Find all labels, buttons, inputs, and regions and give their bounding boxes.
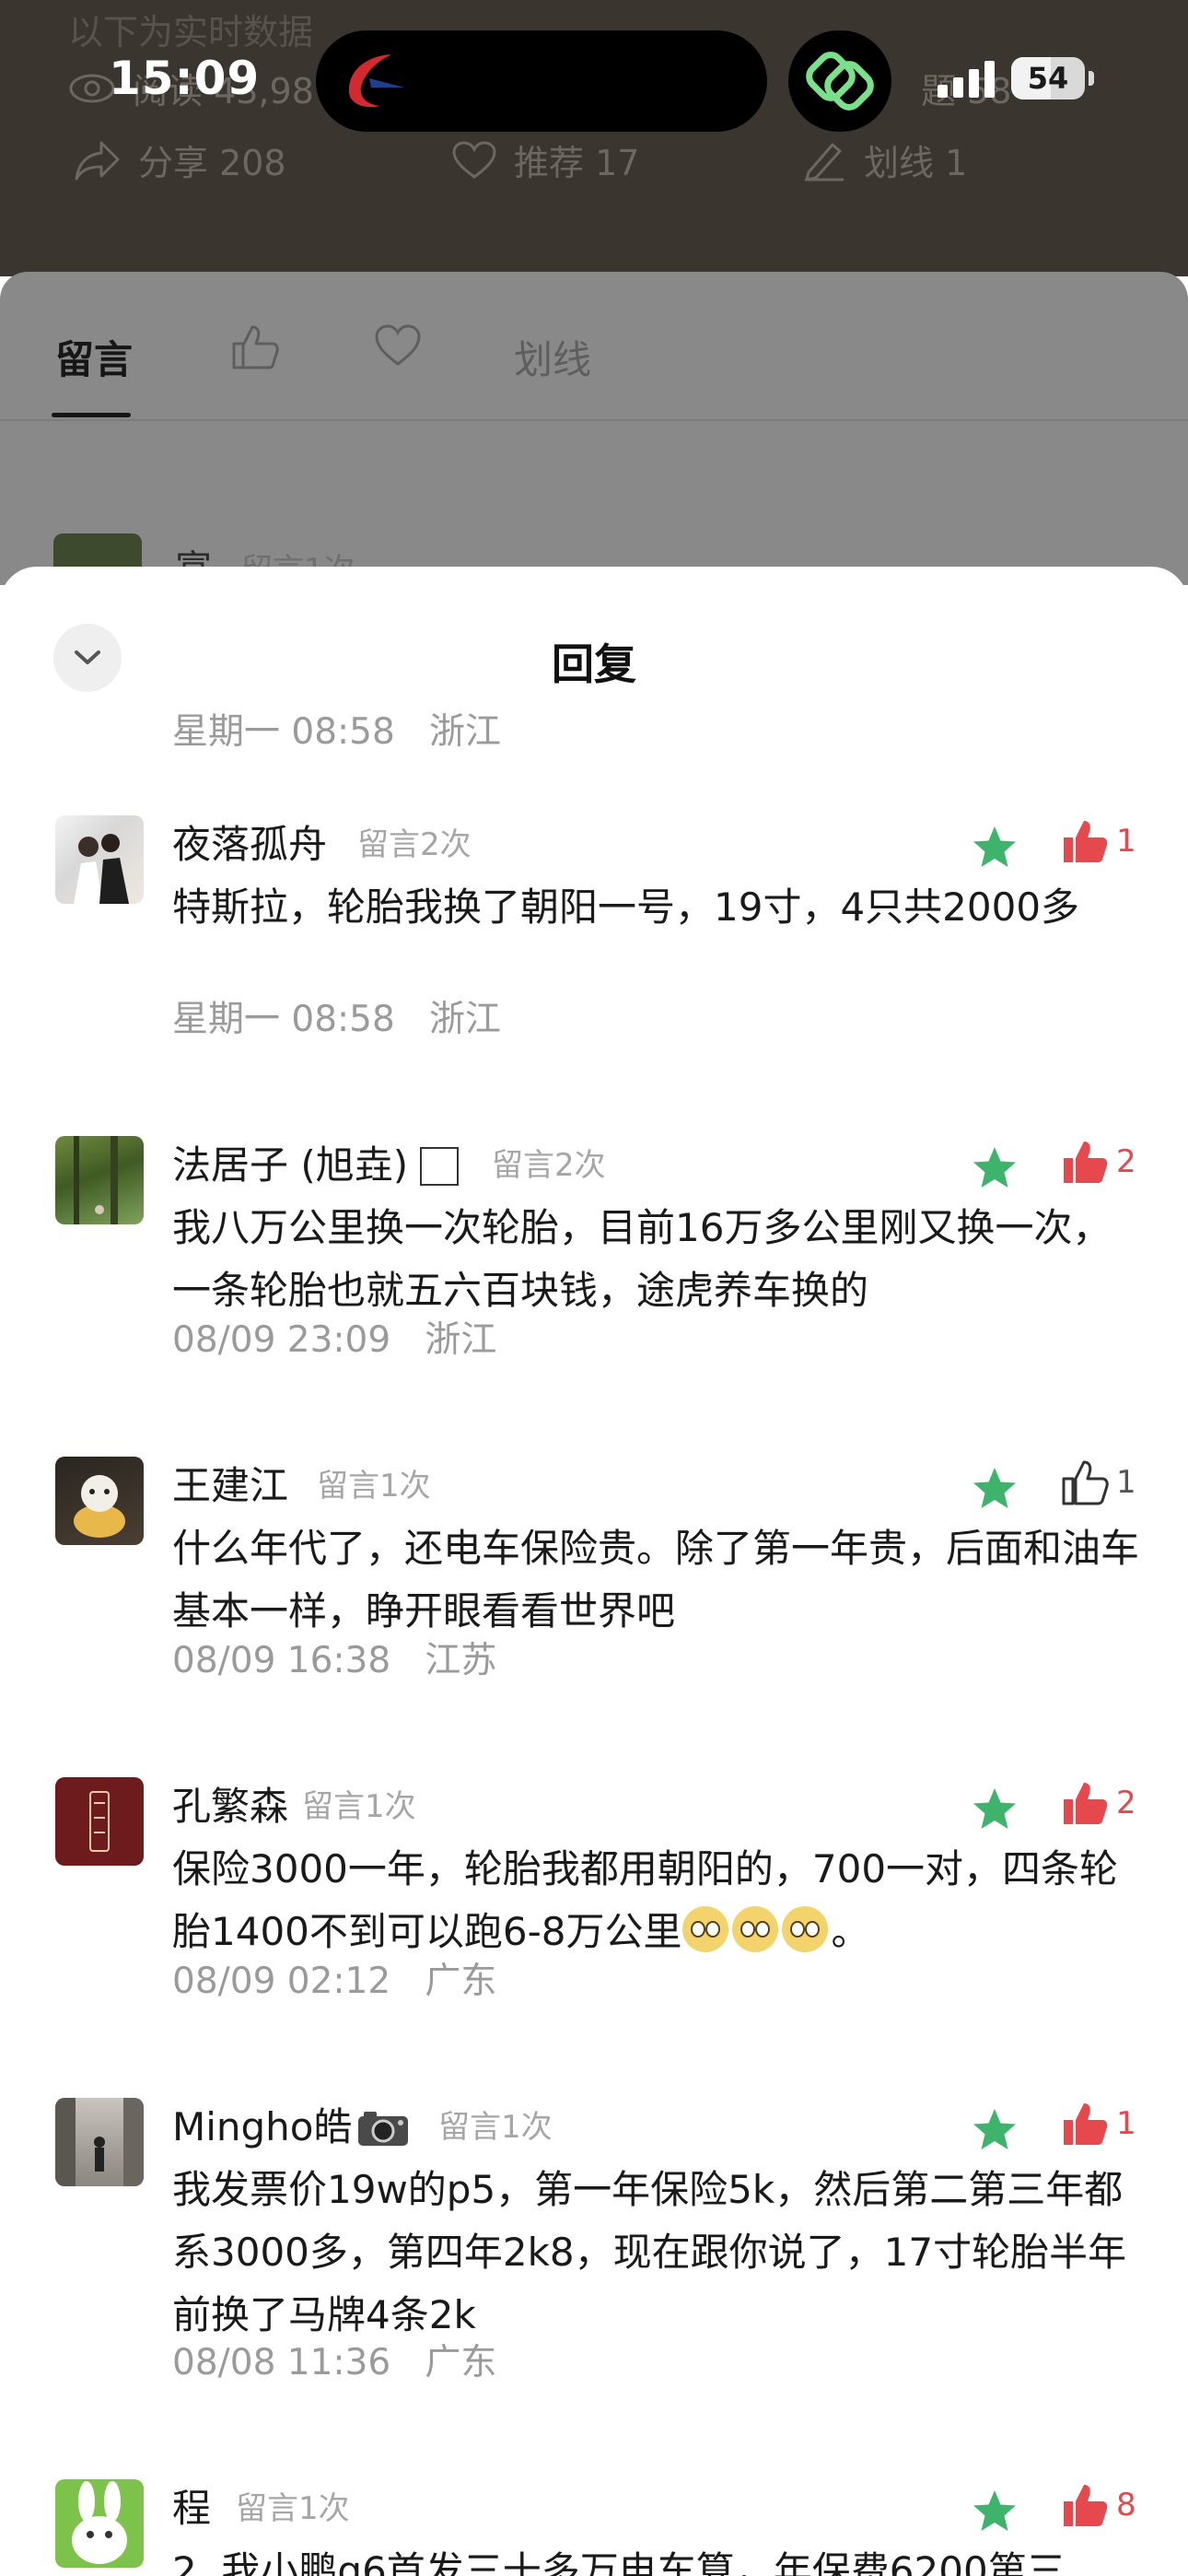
thumbs-up-tab-icon[interactable]: [230, 323, 280, 371]
comment-meta: 08/08 11:36 广东: [172, 2334, 496, 2385]
avatar[interactable]: [55, 815, 144, 904]
like-count: 2: [1116, 1143, 1136, 1180]
tab-active-indicator: [52, 413, 131, 417]
avatar[interactable]: [55, 2479, 144, 2568]
like-count: 1: [1116, 823, 1136, 860]
comment-region: 广东: [425, 2342, 497, 2383]
comment-region: 浙江: [429, 711, 502, 753]
commenter-name[interactable]: Mingho皓: [172, 2096, 410, 2152]
pleading-face-icon: [781, 1906, 828, 1952]
camera-icon: [357, 2112, 408, 2146]
comment-text: 什么年代了，还电车保险贵。除了第一年贵，后面和油车基本一样，睁开眼看看世界吧: [172, 1526, 1140, 1633]
comment-region: 江苏: [425, 1640, 497, 1681]
commenter-name[interactable]: 孔繁森: [172, 1775, 288, 1832]
thumbs-up-icon[interactable]: [1061, 2102, 1109, 2148]
star-icon[interactable]: [971, 1145, 1019, 1191]
comment-text: 保险3000一年，轮胎我都用朝阳的，700一对，四条轮胎1400不到可以跑6-8…: [172, 1846, 1119, 1954]
seal-logo-icon: [89, 1791, 110, 1852]
comment-time: 08/09 23:09: [172, 1319, 391, 1361]
commenter-name[interactable]: 程: [172, 2477, 211, 2534]
comment-count: 留言1次: [236, 2490, 350, 2527]
tabs-divider: [0, 419, 1188, 421]
comment-count: 留言2次: [492, 1147, 606, 1184]
thumbs-up-icon[interactable]: [1061, 1781, 1109, 1827]
commenter-name[interactable]: 王建江: [172, 1455, 288, 1511]
forest-photo-icon: [74, 1136, 118, 1224]
star-icon[interactable]: [971, 1466, 1019, 1512]
comment-meta: 星期一 08:58 浙江: [172, 990, 501, 1042]
star-icon[interactable]: [971, 825, 1019, 871]
commenter-name[interactable]: 法居子 (旭垚): [172, 1134, 460, 1190]
signal-icon: [938, 61, 995, 98]
comment-text: 我八万公里换一次轮胎，目前16万多公里刚又换一次，一条轮胎也就五六百块钱，途虎养…: [172, 1205, 1112, 1313]
star-icon[interactable]: [971, 2107, 1019, 2153]
star-icon[interactable]: [971, 2488, 1019, 2535]
street-photo-icon: [55, 2098, 144, 2186]
status-bar: 15:09 54: [0, 0, 1188, 157]
dynamic-island: [316, 30, 767, 132]
link-icon: [806, 52, 874, 111]
comment-time: 星期一 08:58: [172, 999, 395, 1040]
comment-count: 留言1次: [317, 1468, 431, 1505]
comments-panel-background: 留言 划线 富 留言1次: [0, 272, 1188, 591]
comment-time: 08/08 11:36: [172, 2342, 391, 2383]
comment-region: 浙江: [429, 999, 502, 1040]
comment-time: 08/09 16:38: [172, 1640, 391, 1681]
thumbs-up-icon[interactable]: [1061, 1140, 1109, 1186]
comment-meta: 星期一 08:58 浙江: [172, 703, 501, 755]
unknown-glyph-icon: [420, 1147, 460, 1186]
comment-tabs: 留言 划线: [0, 272, 1188, 419]
rabbit-avatar-icon: [72, 2481, 127, 2564]
thumbs-up-icon[interactable]: [1061, 819, 1109, 865]
comment-region: 浙江: [425, 1319, 497, 1361]
comment-meta: 08/09 02:12 广东: [172, 1952, 496, 2004]
like-count: 2: [1116, 1785, 1136, 1821]
like-count: 1: [1116, 1464, 1136, 1501]
comment-meta: 08/09 16:38 江苏: [172, 1632, 496, 1683]
comment-count: 留言2次: [357, 826, 472, 863]
heart-tab-icon[interactable]: [374, 323, 422, 368]
comment-text: 特斯拉，轮胎我换了朝阳一号，19寸，4只共2000多: [172, 884, 1080, 930]
thumbs-up-icon[interactable]: [1061, 2483, 1109, 2529]
avatar[interactable]: [55, 2098, 144, 2186]
avatar[interactable]: [55, 1457, 144, 1545]
cartoon-avatar-icon: [74, 1475, 125, 1538]
commenter-name[interactable]: 夜落孤舟: [172, 814, 327, 870]
sheet-title: 回复: [552, 639, 636, 689]
avatar[interactable]: [55, 1777, 144, 1866]
tab-underline-list[interactable]: 划线: [514, 329, 591, 385]
comment-meta: 08/09 23:09 浙江: [172, 1311, 496, 1363]
comment-count: 留言1次: [438, 2109, 553, 2146]
comment-region: 广东: [425, 1961, 497, 2002]
comment-time: 星期一 08:58: [172, 711, 395, 753]
avatar[interactable]: [55, 1136, 144, 1224]
airline-logo-icon: [348, 54, 404, 108]
couple-photo-icon: [74, 834, 129, 904]
live-activity: [788, 30, 891, 132]
pleading-face-icon: [731, 1906, 778, 1952]
pleading-face-icon: [681, 1906, 728, 1952]
comment-text: 2. 我小鹏g6首发三十多万电车算，年保费6200第三: [172, 2548, 1066, 2576]
battery-tip: [1089, 71, 1094, 86]
comment-count: 留言1次: [302, 1788, 416, 1825]
like-count: 8: [1116, 2487, 1136, 2523]
star-icon[interactable]: [971, 1786, 1019, 1832]
comment-text: 我发票价19w的p5，第一年保险5k，然后第二第三年都系3000多，第四年2k8…: [172, 2167, 1127, 2337]
thumbs-up-outline-icon[interactable]: [1061, 1460, 1109, 1506]
reply-sheet: 回复 星期一 08:58 浙江 夜落孤舟 留言2次 1 特斯拉，轮胎我换了朝阳一…: [0, 567, 1188, 2576]
comment-time: 08/09 02:12: [172, 1961, 391, 2002]
like-count: 1: [1116, 2105, 1136, 2142]
clock: 15:09: [109, 52, 261, 105]
battery-indicator: 54: [1011, 57, 1085, 100]
tab-comments[interactable]: 留言: [55, 329, 133, 385]
